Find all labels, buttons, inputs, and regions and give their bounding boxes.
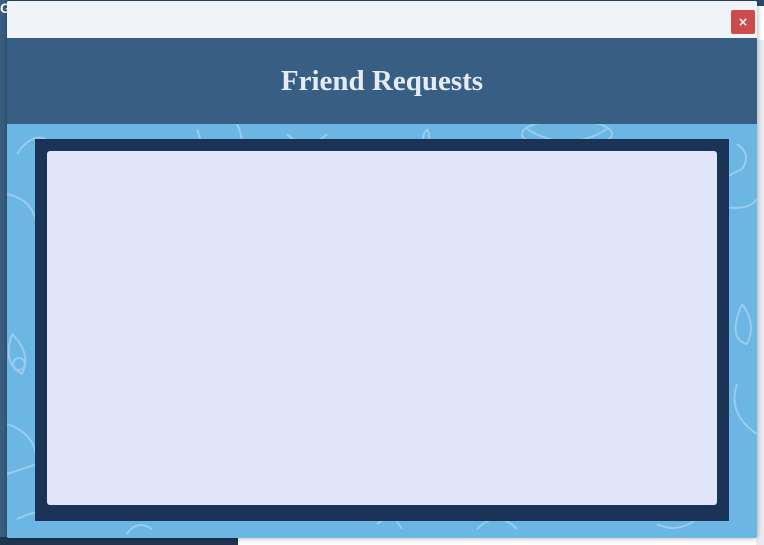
- modal-topbar: ×: [7, 1, 757, 38]
- modal-header: Friend Requests: [7, 38, 757, 124]
- friend-requests-list: [47, 151, 717, 505]
- close-button[interactable]: ×: [731, 10, 755, 34]
- requests-frame: [35, 139, 729, 521]
- background-bottom-panel: [0, 537, 238, 545]
- friend-requests-modal: × Friend Requests: [7, 1, 757, 538]
- background-right-panel: [756, 40, 764, 545]
- modal-title: Friend Requests: [280, 64, 484, 97]
- modal-body: [7, 124, 757, 538]
